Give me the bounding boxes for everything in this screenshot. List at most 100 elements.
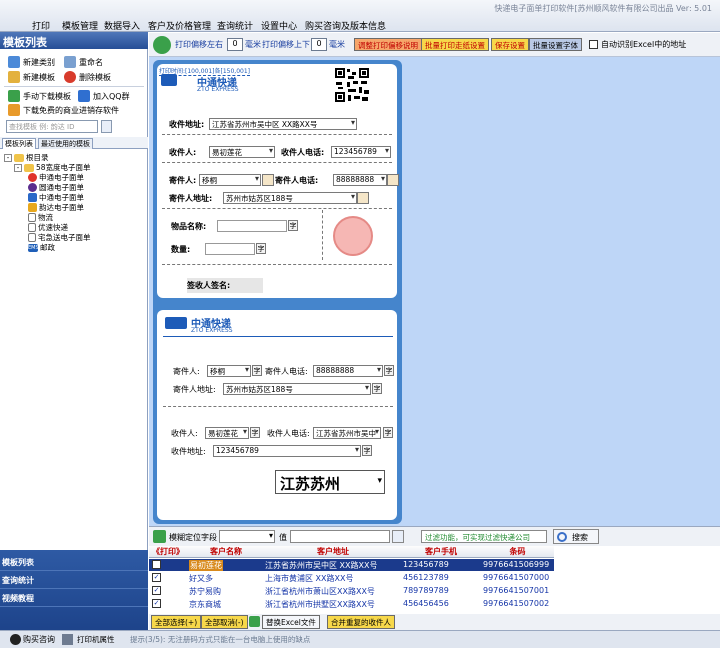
waybill-template: 打印时间:[100,001]各[150,001] 中通快递 ZTO EXPRES… bbox=[153, 60, 402, 524]
qr-code[interactable] bbox=[334, 66, 370, 118]
buy-consult-button[interactable]: 购买咨询 bbox=[23, 634, 55, 645]
manual-download-button[interactable]: 手动下载模板 bbox=[8, 90, 71, 102]
new-category-button[interactable]: 新建类别 bbox=[8, 56, 55, 68]
company-filter-select[interactable]: 过滤功能，可实现过滤快递公司 bbox=[421, 530, 547, 543]
lower-send-phone-select[interactable]: 88888888 bbox=[313, 365, 383, 377]
font-button[interactable]: 字 bbox=[383, 427, 393, 438]
offset-lr-input[interactable]: 0 bbox=[227, 38, 243, 51]
offset-ud-input[interactable]: 0 bbox=[311, 38, 327, 51]
template-search-input[interactable]: 查找模板 例: 韵达 ID bbox=[6, 120, 98, 133]
replace-excel-button[interactable]: 替换Excel文件 bbox=[262, 615, 320, 629]
table-row[interactable]: ✓ 好又多 上海市黄浦区 XX路XX号 456123789 9976641507… bbox=[149, 572, 554, 584]
new-template-button[interactable]: 新建模板 bbox=[8, 71, 55, 83]
font-button[interactable]: 字 bbox=[362, 445, 372, 456]
select-all-button[interactable]: 全部选择(+) bbox=[151, 615, 202, 629]
send-phone-select[interactable]: 88888888 bbox=[333, 174, 387, 186]
divider bbox=[163, 336, 393, 337]
menu-data-import[interactable]: 数据导入 bbox=[104, 19, 140, 32]
auto-detect-checkbox[interactable] bbox=[589, 40, 598, 49]
row-checkbox[interactable]: ✓ bbox=[152, 573, 161, 582]
row-checkbox[interactable]: ✓ bbox=[152, 599, 161, 608]
clear-button[interactable] bbox=[392, 530, 404, 543]
nav-video-tutorial[interactable]: 视频教程 bbox=[0, 590, 148, 607]
col-print[interactable]: 《打印》 bbox=[149, 546, 187, 558]
join-qq-button[interactable]: 加入QQ群 bbox=[78, 90, 130, 102]
table-row[interactable]: ✓ 京东商城 浙江省杭州市拱墅区XX路XX号 456456456 9976641… bbox=[149, 598, 554, 610]
font-button[interactable]: 字 bbox=[252, 365, 262, 376]
printer-properties-button[interactable]: 打印机属性 bbox=[77, 634, 115, 645]
menu-purchase-info[interactable]: 购买咨询及版本信息 bbox=[305, 19, 386, 32]
lower-panel: 中通快递 ZTO EXPRESS 寄件人: 移桐 字 寄件人电话: 888888… bbox=[157, 310, 397, 520]
template-search-button[interactable] bbox=[101, 120, 112, 133]
font-button[interactable]: 字 bbox=[250, 427, 260, 438]
batch-paper-setting-button[interactable]: 批量打印走纸设置 bbox=[421, 38, 489, 51]
nav-template-list[interactable]: 模板列表 bbox=[0, 554, 148, 571]
table-row[interactable]: ✓ 易初莲花 江苏省苏州市吴中区 XX路XX号 123456789 997664… bbox=[149, 559, 554, 571]
lower-send-phone-label: 寄件人电话: bbox=[265, 367, 308, 376]
col-phone[interactable]: 客户手机 bbox=[401, 546, 481, 558]
tree-item-ems[interactable]: EMS 邮政 bbox=[28, 242, 55, 253]
menu-template-management[interactable]: 模板管理 bbox=[62, 19, 98, 32]
folder-add-icon bbox=[8, 56, 20, 68]
merge-duplicates-button[interactable]: 合并重复的收件人 bbox=[327, 615, 395, 629]
menu-customer-price[interactable]: 客户及价格管理 bbox=[148, 19, 211, 32]
recv-name-select[interactable]: 易初莲花 bbox=[209, 146, 275, 158]
new-template-icon bbox=[8, 71, 20, 83]
send-name-label: 寄件人: bbox=[169, 176, 197, 185]
menu-settings[interactable]: 设置中心 bbox=[261, 19, 297, 32]
edit-icon[interactable] bbox=[357, 192, 369, 204]
tab-template-list[interactable]: 模板列表 bbox=[2, 138, 36, 149]
row-checkbox[interactable]: ✓ bbox=[152, 586, 161, 595]
zto-logo-icon bbox=[161, 74, 177, 86]
bottom-button-bar: 全部选择(+) 全部取消(-) 替换Excel文件 合并重复的收件人 bbox=[149, 614, 720, 630]
row-checkbox[interactable]: ✓ bbox=[152, 560, 161, 569]
value-label: 值 bbox=[279, 533, 287, 542]
status-tip: 提示(3/5): 无注册码方式只能在一台电脑上使用的缺点 bbox=[130, 635, 311, 644]
col-address[interactable]: 客户地址 bbox=[265, 546, 401, 558]
delete-template-button[interactable]: 删除模板 bbox=[64, 71, 111, 83]
font-button[interactable]: 字 bbox=[384, 365, 394, 376]
send-name-select[interactable]: 移桐 bbox=[199, 174, 261, 186]
lower-recv-phone-label: 收件人电话: bbox=[267, 429, 310, 438]
tab-recent-templates[interactable]: 最近使用的模板 bbox=[38, 138, 93, 149]
value-input[interactable] bbox=[290, 530, 390, 543]
deselect-all-button[interactable]: 全部取消(-) bbox=[201, 615, 248, 629]
field-select[interactable]: ▾ bbox=[219, 530, 275, 543]
edit-icon[interactable] bbox=[262, 174, 274, 186]
recv-phone-label: 收件人电话: bbox=[281, 148, 325, 157]
divider bbox=[162, 134, 392, 135]
send-addr-select[interactable]: 苏州市姑苏区188号 bbox=[223, 192, 357, 204]
font-button[interactable]: 字 bbox=[256, 243, 266, 254]
recv-addr-select[interactable]: 江苏省苏州市吴中区 XX路XX号 bbox=[209, 118, 357, 130]
col-barcode[interactable]: 条码 bbox=[481, 546, 554, 558]
menu-print[interactable]: 打印 bbox=[32, 19, 50, 32]
table-row[interactable]: ✓ 苏宁易购 浙江省杭州市萧山区XX路XX号 789789789 9976641… bbox=[149, 585, 554, 597]
item-input[interactable] bbox=[217, 220, 287, 232]
col-name[interactable]: 客户名称 bbox=[187, 546, 265, 558]
menu-query-stats[interactable]: 查询统计 bbox=[217, 19, 253, 32]
delete-template-label: 删除模板 bbox=[79, 72, 111, 82]
save-settings-button[interactable]: 保存设置 bbox=[491, 38, 529, 51]
lower-send-name-select[interactable]: 移桐 bbox=[207, 365, 251, 377]
rename-button[interactable]: 重命名 bbox=[64, 56, 103, 68]
big-city-select[interactable]: 江苏苏州 ▾ bbox=[275, 470, 385, 494]
font-button[interactable]: 字 bbox=[372, 383, 382, 394]
qty-label: 数量: bbox=[171, 245, 191, 254]
font-button[interactable]: 字 bbox=[288, 220, 298, 231]
recv-phone-select[interactable]: 123456789 bbox=[331, 146, 391, 158]
search-button[interactable]: 搜索 bbox=[553, 529, 599, 544]
adjust-offset-help-button[interactable]: 调整打印偏移说明 bbox=[354, 38, 422, 51]
lower-send-addr-select[interactable]: 苏州市姑苏区188号 bbox=[223, 383, 371, 395]
lower-recv-name-select[interactable]: 易初莲花 bbox=[205, 427, 249, 439]
nav-query-stats[interactable]: 查询统计 bbox=[0, 572, 148, 589]
cell-barcode: 9976641507000 bbox=[483, 573, 550, 582]
qq-penguin-icon bbox=[10, 634, 21, 645]
batch-font-button[interactable]: 批量设置字体 bbox=[529, 38, 582, 51]
qty-input[interactable] bbox=[205, 243, 255, 255]
lower-recv-addr-select[interactable]: 123456789 bbox=[213, 445, 361, 457]
download-free-software-link[interactable]: 下载免费的商业进销存软件 bbox=[8, 104, 119, 116]
yunda-icon bbox=[28, 203, 37, 212]
lower-recv-addr-inline-select[interactable]: 江苏省苏州市吴中 bbox=[313, 427, 381, 439]
edit-icon[interactable] bbox=[387, 174, 399, 186]
app-title: 快递电子面单打印软件[苏州顺风软件有限公司出品 Ver: 5.01 bbox=[494, 4, 712, 13]
